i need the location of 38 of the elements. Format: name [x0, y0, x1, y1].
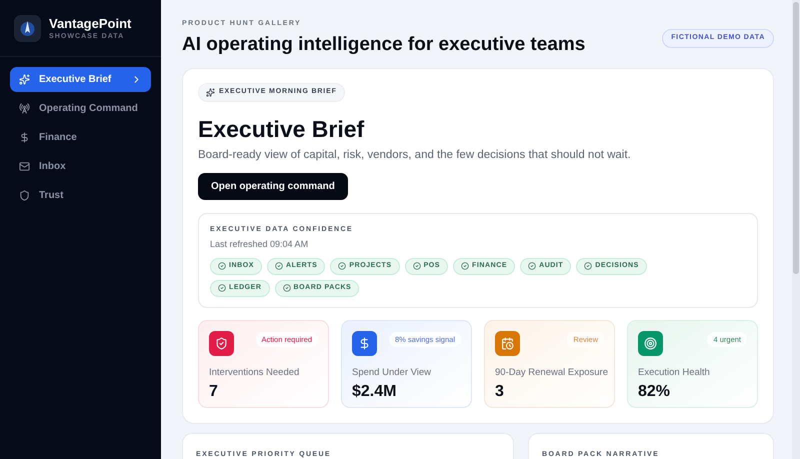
stat-value: 82% [638, 382, 672, 402]
stat-label: Execution Health [638, 366, 711, 378]
check-circle-icon [461, 262, 470, 270]
shield-icon [19, 190, 30, 201]
check-circle-icon [218, 262, 226, 270]
stat-label: Spend Under View [352, 366, 432, 378]
page-title: AI operating intelligence for executive teams [182, 33, 586, 57]
dollar-icon [352, 330, 377, 356]
check-circle-icon [338, 262, 346, 270]
open-command-button[interactable]: Open operating command [198, 172, 348, 200]
shield-check-icon [209, 330, 234, 356]
calendar-clock-icon [495, 330, 520, 356]
nav-item[interactable]: Finance [10, 125, 151, 150]
check-circle-icon [584, 262, 592, 270]
check-circle-icon [282, 284, 291, 292]
check-circle-icon [412, 262, 421, 270]
stat-label: Interventions Needed [209, 366, 300, 378]
nav-item[interactable]: Inbox [10, 154, 151, 179]
sparkle-icon [206, 88, 215, 97]
nav-item[interactable]: Trust [10, 183, 151, 208]
brief-subtitle: Board-ready view of capital, risk, vendors, and the few decisions that should not wait. [198, 148, 632, 162]
check-circle-icon [218, 284, 226, 292]
brand-name: VantagePoint [49, 16, 132, 32]
antenna-icon [19, 103, 30, 114]
check-circle-icon [274, 262, 283, 270]
stat-value: $2.4M [352, 382, 398, 402]
nav-item[interactable]: Executive Brief [10, 67, 151, 92]
brief-title: Executive Brief [198, 114, 366, 142]
target-icon [638, 330, 663, 356]
sparkle-icon [19, 74, 30, 85]
stat-value: 3 [495, 382, 505, 402]
logo-icon [14, 15, 41, 42]
stat-value: 7 [209, 382, 219, 402]
check-circle-icon [528, 262, 536, 270]
dollar-icon [19, 132, 30, 143]
nav-item[interactable]: Operating Command [10, 96, 151, 121]
mail-icon [19, 161, 30, 172]
refresh-time: Last refreshed 09:04 AM [210, 238, 310, 250]
